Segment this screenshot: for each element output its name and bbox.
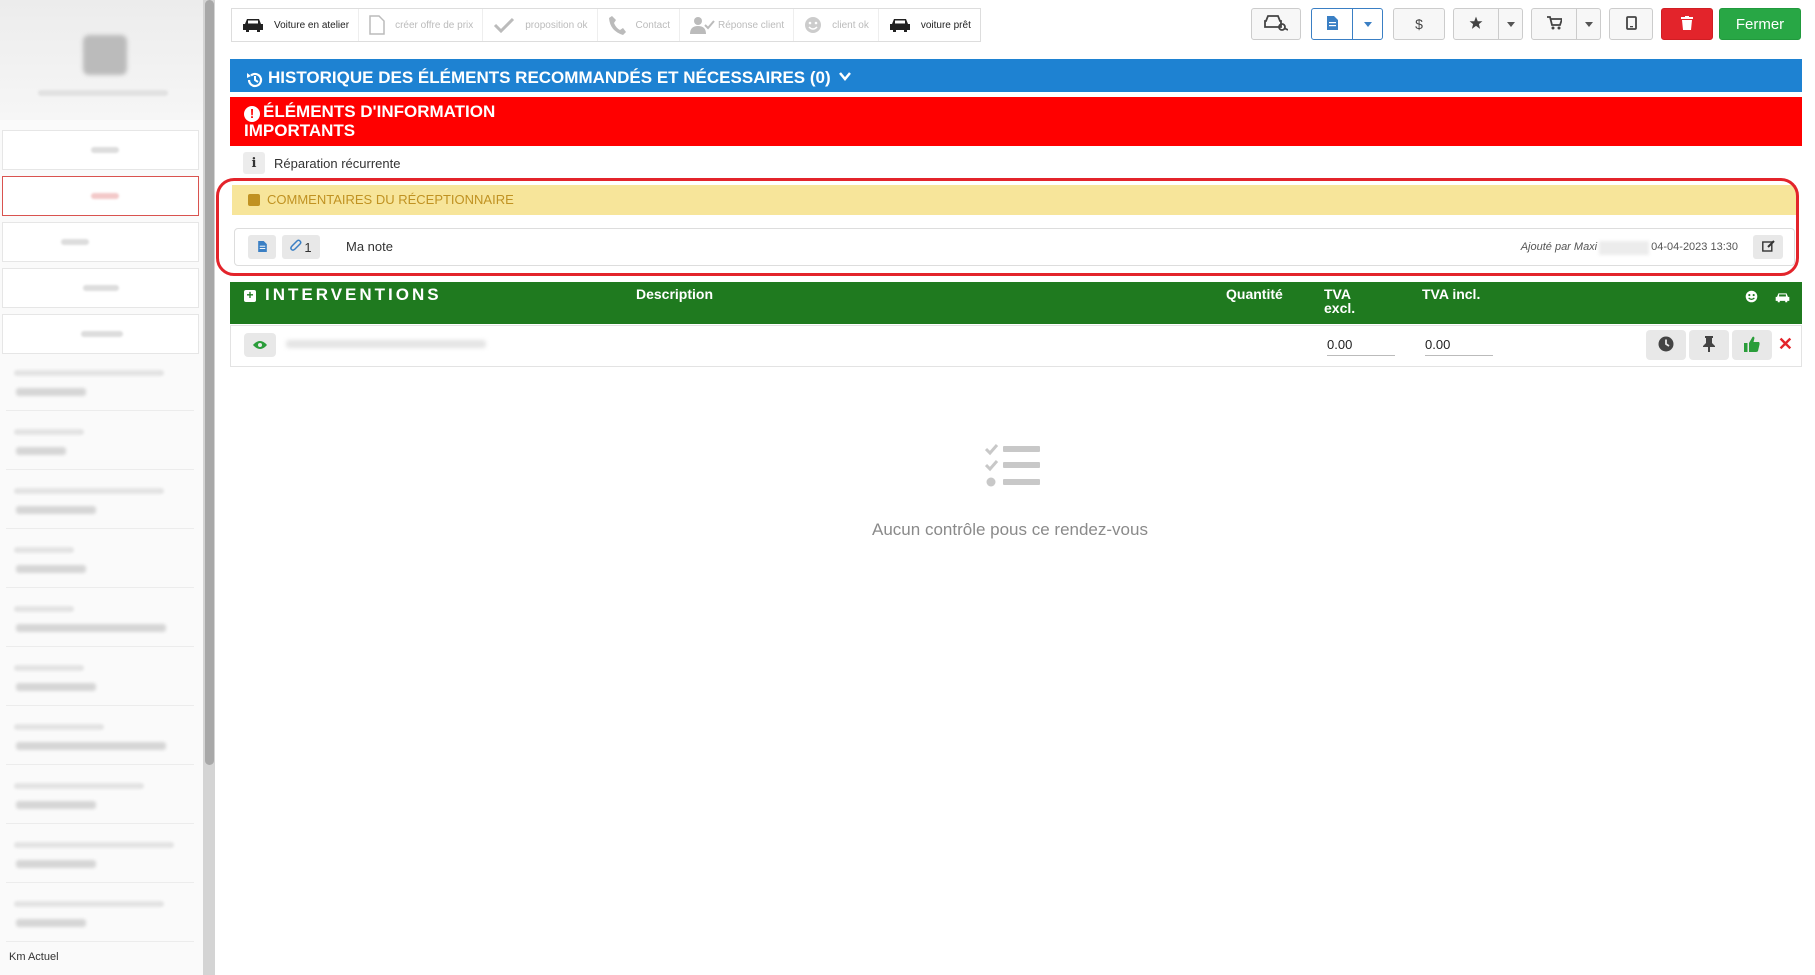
chevron-down-icon xyxy=(1584,21,1593,27)
chevron-down-icon xyxy=(1363,21,1372,27)
step-label: client ok xyxy=(832,19,869,31)
favorite-dropdown-button[interactable] xyxy=(1498,8,1523,40)
important-item-label: Réparation récurrente xyxy=(274,155,401,171)
view-button[interactable] xyxy=(244,333,276,357)
smile-icon xyxy=(804,16,822,34)
sidebar-button[interactable] xyxy=(2,314,199,354)
history-icon xyxy=(246,67,264,100)
sidebar: Km Actuel xyxy=(0,0,203,975)
checklist-icon xyxy=(984,443,1041,492)
sidebar-field xyxy=(6,889,194,942)
important-item: i Réparation récurrente xyxy=(243,152,400,174)
tva-incl-input[interactable]: 0.00 xyxy=(1425,337,1493,356)
phone-icon xyxy=(608,15,626,35)
column-description: Description xyxy=(636,286,714,302)
car-key-icon xyxy=(1264,14,1289,35)
approve-button[interactable] xyxy=(1732,330,1772,360)
sidebar-field xyxy=(6,535,194,588)
user-check-icon xyxy=(689,16,716,34)
cart-button[interactable] xyxy=(1531,8,1577,40)
clock-icon xyxy=(1658,336,1674,355)
close-label: Fermer xyxy=(1735,15,1785,33)
intervention-row: 0.00 0.00 ✕ xyxy=(230,325,1802,367)
favorite-button[interactable] xyxy=(1453,8,1499,40)
star-icon xyxy=(1469,16,1483,33)
interventions-header: + INTERVENTIONS Description Quantité TVA… xyxy=(230,282,1802,324)
chevron-down-icon xyxy=(839,59,852,92)
column-tva-incl: TVA incl. xyxy=(1422,286,1481,302)
sidebar-user-name xyxy=(38,90,168,96)
dollar-icon: $ xyxy=(1415,16,1423,32)
step-voiture-en-atelier[interactable]: Voiture en atelier xyxy=(232,9,360,41)
sidebar-button[interactable] xyxy=(2,268,199,308)
workflow-steps: Voiture en atelier créer offre de prix p… xyxy=(231,8,981,42)
cart-dropdown-button[interactable] xyxy=(1576,8,1601,40)
info-icon: i xyxy=(243,152,265,174)
sidebar-button[interactable] xyxy=(2,222,199,262)
document-dropdown-button[interactable] xyxy=(1352,8,1383,40)
step-label: créer offre de prix xyxy=(395,19,474,31)
check-icon xyxy=(493,17,515,33)
tva-excl-input[interactable]: 0.00 xyxy=(1327,337,1395,356)
step-client-ok[interactable]: client ok xyxy=(794,9,879,41)
intervention-name-blurred xyxy=(286,340,486,348)
smile-icon xyxy=(1745,290,1758,306)
chevron-down-icon xyxy=(1506,21,1515,27)
scrollbar-thumb[interactable] xyxy=(205,0,214,765)
column-quantity: Quantité xyxy=(1226,286,1283,302)
history-title: HISTORIQUE DES ÉLÉMENTS RECOMMANDÉS ET N… xyxy=(268,68,831,87)
step-label: Voiture en atelier xyxy=(274,19,350,31)
important-info-header: ! ÉLÉMENTS D'INFORMATION IMPORTANTS xyxy=(230,97,1802,146)
step-voiture-pret[interactable]: voiture prêt xyxy=(879,9,980,41)
sidebar-field xyxy=(6,653,194,706)
trash-icon xyxy=(1681,15,1693,33)
car-icon xyxy=(242,17,264,33)
cart-icon xyxy=(1546,15,1563,33)
sidebar-button-active[interactable] xyxy=(2,176,199,216)
step-reponse-client[interactable]: Réponse client xyxy=(680,9,795,41)
step-contact[interactable]: Contact xyxy=(598,9,680,41)
delete-button[interactable] xyxy=(1661,8,1713,40)
tablet-button[interactable] xyxy=(1609,8,1653,40)
document-icon xyxy=(369,15,385,35)
vehicle-key-button[interactable] xyxy=(1251,8,1301,40)
sidebar-field xyxy=(6,712,194,765)
important-title: ÉLÉMENTS D'INFORMATION IMPORTANTS xyxy=(244,102,496,140)
step-label: proposition ok xyxy=(525,19,588,31)
document-button[interactable] xyxy=(1311,8,1353,40)
pin-icon xyxy=(1703,335,1715,355)
column-tva-excl: TVA excl. xyxy=(1324,286,1356,316)
eye-icon xyxy=(253,338,267,353)
step-proposition-ok[interactable]: proposition ok xyxy=(483,9,598,41)
close-button[interactable]: Fermer xyxy=(1719,8,1801,40)
step-label: Contact xyxy=(635,19,670,31)
km-label: Km Actuel xyxy=(9,951,59,963)
interventions-title: INTERVENTIONS xyxy=(265,285,442,304)
avatar xyxy=(83,35,127,75)
sidebar-field xyxy=(6,830,194,883)
history-section-header[interactable]: HISTORIQUE DES ÉLÉMENTS RECOMMANDÉS ET N… xyxy=(230,59,1802,92)
sidebar-field xyxy=(6,594,194,647)
sidebar-field xyxy=(6,417,194,470)
warning-icon: ! xyxy=(244,106,260,122)
thumbs-up-icon xyxy=(1744,336,1760,355)
step-label: voiture prêt xyxy=(920,19,971,31)
car-icon xyxy=(889,17,911,33)
remove-icon[interactable]: ✕ xyxy=(1778,334,1793,355)
car-icon xyxy=(1775,291,1790,306)
price-button[interactable]: $ xyxy=(1393,8,1445,40)
tablet-icon xyxy=(1625,15,1637,33)
highlight-frame xyxy=(216,178,1799,276)
step-label: Réponse client xyxy=(717,19,785,31)
document-icon xyxy=(1326,15,1338,33)
step-creer-offre[interactable]: créer offre de prix xyxy=(359,9,484,41)
sidebar-button[interactable] xyxy=(2,130,199,170)
add-intervention-icon[interactable]: + xyxy=(244,289,256,302)
empty-state-text: Aucun contrôle pous ce rendez-vous xyxy=(872,520,1148,539)
sidebar-header xyxy=(0,0,203,120)
pin-button[interactable] xyxy=(1689,330,1729,360)
time-button[interactable] xyxy=(1646,330,1686,360)
sidebar-field xyxy=(6,358,194,411)
sidebar-field xyxy=(6,771,194,824)
